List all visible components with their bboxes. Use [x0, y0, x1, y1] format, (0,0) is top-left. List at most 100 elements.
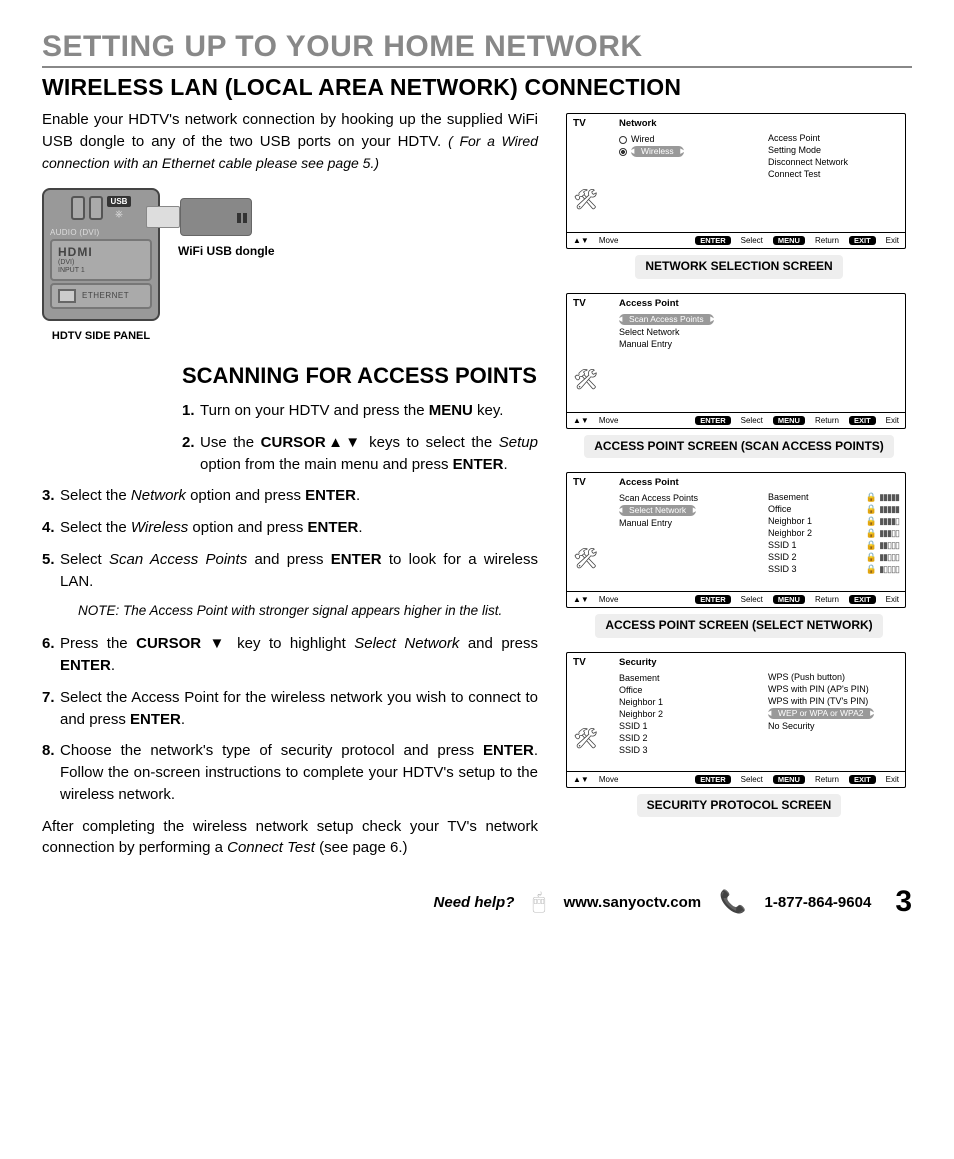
hdmi-label: HDMI [58, 245, 144, 259]
step-text: CURSOR [261, 434, 326, 451]
tv-brand: TV [567, 473, 612, 488]
step-7: 7. Select the Access Point for the wirel… [42, 687, 538, 731]
network-item: Neighbor 1 [619, 696, 750, 708]
step-text: ENTER [483, 742, 534, 759]
signal-icon: ▮▯▯▯▯ [879, 564, 899, 574]
option-disconnect: Disconnect Network [768, 156, 899, 168]
support-url: www.sanyoctv.com [564, 894, 702, 911]
intro-paragraph: Enable your HDTV's network connection by… [42, 109, 538, 174]
move-arrows-icon: ▲▼ [573, 775, 589, 784]
network-item: SSID 3 [619, 744, 750, 756]
step-5-note: NOTE: The Access Point with stronger sig… [78, 602, 538, 621]
step-text: Select the [60, 519, 131, 536]
hdmi-port-box: HDMI (DVI) INPUT 1 [50, 239, 152, 280]
step-text: . [503, 456, 507, 473]
step-text: Press the [60, 635, 136, 652]
enter-button-icon: ENTER [695, 236, 730, 245]
hdmi-sub1: (DVI) [58, 259, 144, 267]
exit-button-icon: EXIT [849, 775, 876, 784]
screen-title: Access Point [619, 477, 750, 488]
access-point-scan-screen: TV 🛠 Access Point Scan Access Points Sel… [566, 293, 906, 429]
screen-title: Access Point [619, 298, 750, 309]
step-text: . [181, 711, 185, 728]
step-1: 1. Turn on your HDTV and press the MENU … [182, 400, 538, 422]
step-3: 3. Select the Network option and press E… [42, 485, 538, 507]
phone-icon: 📞 [719, 889, 746, 915]
network-row: Basement🔒 ▮▮▮▮▮ [768, 491, 899, 503]
option-scan: Scan Access Points [619, 492, 750, 504]
option-setting-mode: Setting Mode [768, 144, 899, 156]
network-row: SSID 1🔒 ▮▮▯▯▯ [768, 539, 899, 551]
step-text: ENTER [305, 487, 356, 504]
wrench-clock-icon: 🛠 [573, 546, 598, 571]
security-option: WEP or WPA or WPA2 [768, 707, 899, 720]
option-connect-test: Connect Test [768, 168, 899, 180]
security-option: WPS with PIN (TV's PIN) [768, 695, 899, 707]
step-8: 8. Choose the network's type of security… [42, 740, 538, 805]
menu-button-icon: MENU [773, 236, 805, 245]
after-paragraph: After completing the wireless network se… [42, 816, 538, 860]
step-text: Select [60, 551, 109, 568]
step-5: 5. Select Scan Access Points and press E… [42, 549, 538, 593]
wrench-clock-icon: 🛠 [573, 187, 598, 212]
security-option: No Security [768, 720, 899, 732]
step-6: 6. Press the CURSOR ▼ key to highlight S… [42, 633, 538, 677]
option-access-point: Access Point [768, 132, 899, 144]
step-text: Select Network [354, 635, 459, 652]
support-phone: 1-877-864-9604 [765, 894, 872, 911]
exit-button-icon: EXIT [849, 595, 876, 604]
screen-caption: NETWORK SELECTION SCREEN [635, 255, 842, 279]
side-panel-figure-wrap: USB ⎈ AUDIO (DVI) HDMI (DVI) INPUT 1 ETH… [42, 188, 160, 343]
option-manual-entry: Manual Entry [619, 338, 750, 350]
wrench-clock-icon: 🛠 [573, 726, 598, 751]
exit-button-icon: EXIT [849, 416, 876, 425]
network-item: Basement [619, 672, 750, 684]
ethernet-label: ETHERNET [82, 291, 129, 300]
access-point-select-screen: TV 🛠 Access Point Scan Access Points Sel… [566, 472, 906, 608]
step-text: option and press [186, 487, 305, 504]
step-text: . [111, 657, 115, 674]
step-text: option and press [188, 519, 307, 536]
screen-caption: ACCESS POINT SCREEN (SELECT NETWORK) [595, 614, 882, 638]
step-text: and press [254, 551, 330, 568]
wrench-clock-icon: 🛠 [573, 367, 598, 392]
wifi-dongle-graphic [146, 198, 252, 236]
scanning-title: SCANNING FOR ACCESS POINTS [182, 363, 538, 388]
screen-footer: ▲▼Move ENTERSelect MENUReturn EXITExit [567, 771, 905, 787]
enter-button-icon: ENTER [695, 416, 730, 425]
page-title: SETTING UP TO YOUR HOME NETWORK [42, 30, 912, 68]
signal-icon: ▮▮▮▯▯ [879, 528, 899, 538]
step-2: 2. Use the CURSOR▲▼ keys to select the S… [182, 432, 538, 476]
screen-title: Security [619, 657, 750, 668]
network-selection-screen: TV 🛠 Network Wired Wireless Access Point… [566, 113, 906, 249]
lock-icon: 🔒 [866, 540, 877, 550]
move-arrows-icon: ▲▼ [573, 595, 589, 604]
signal-icon: ▮▮▯▯▯ [879, 540, 899, 550]
step-text: key to highlight [229, 635, 355, 652]
audio-dvi-label: AUDIO (DVI) [50, 228, 152, 237]
option-scan: Scan Access Points [619, 313, 750, 326]
section-title: WIRELESS LAN (LOCAL AREA NETWORK) CONNEC… [42, 74, 912, 101]
screen-title: Network [619, 118, 750, 129]
hdtv-side-panel: USB ⎈ AUDIO (DVI) HDMI (DVI) INPUT 1 ETH… [42, 188, 160, 320]
screen-caption: ACCESS POINT SCREEN (SCAN ACCESS POINTS) [584, 435, 894, 459]
tv-brand: TV [567, 114, 612, 129]
menu-button-icon: MENU [773, 416, 805, 425]
step-text: Use the [200, 434, 261, 451]
menu-button-icon: MENU [773, 595, 805, 604]
lock-icon: 🔒 [866, 528, 877, 538]
step-text: ENTER [331, 551, 382, 568]
network-row: Neighbor 2🔒 ▮▮▮▯▯ [768, 527, 899, 539]
hdmi-sub2: INPUT 1 [58, 267, 144, 275]
security-option: WPS with PIN (AP's PIN) [768, 683, 899, 695]
step-text: key. [473, 402, 504, 419]
step-text: Wireless [131, 519, 188, 536]
enter-button-icon: ENTER [695, 595, 730, 604]
option-select-network: Select Network [619, 504, 750, 517]
tv-brand: TV [567, 653, 612, 668]
network-item: SSID 1 [619, 720, 750, 732]
signal-icon: ▮▮▯▯▯ [879, 552, 899, 562]
step-text: ENTER [453, 456, 504, 473]
step-text: Scan Access Points [109, 551, 255, 568]
enter-button-icon: ENTER [695, 775, 730, 784]
